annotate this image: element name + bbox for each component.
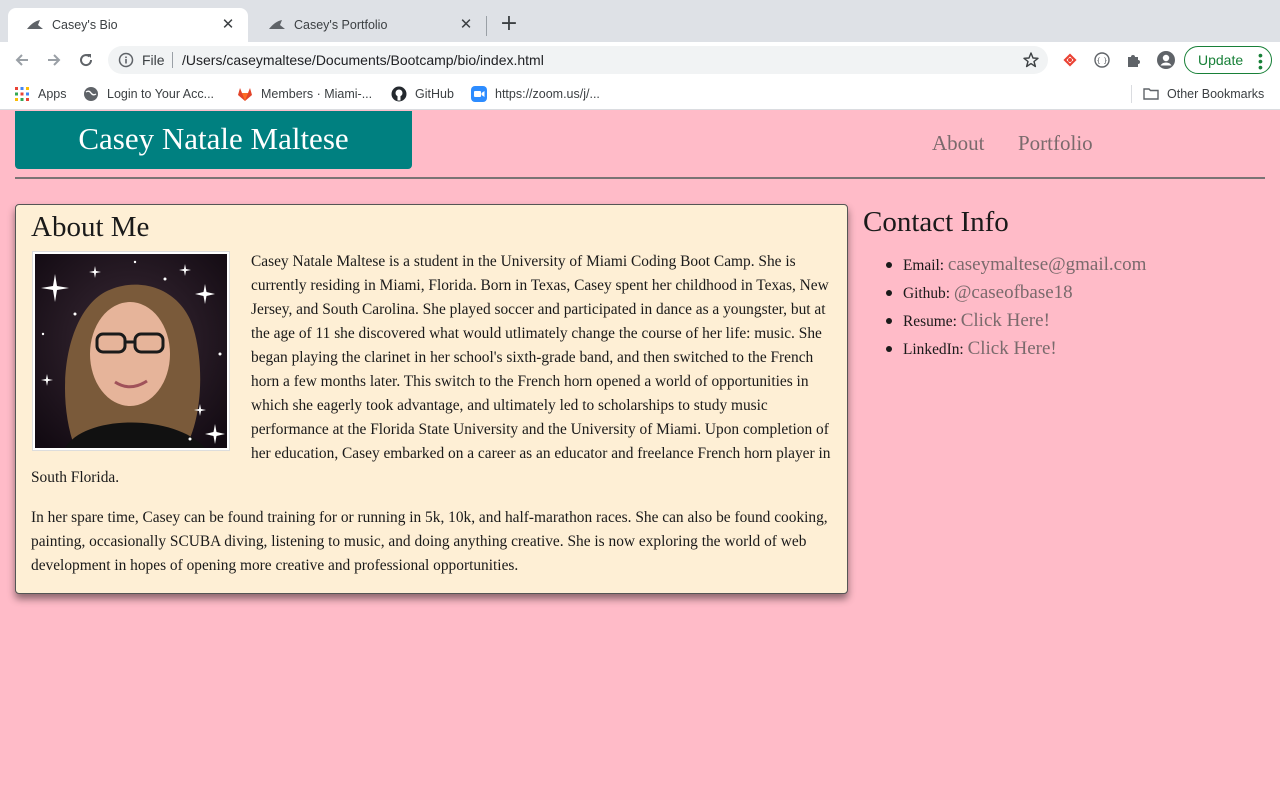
about-paragraph: In her spare time, Casey can be found tr… bbox=[31, 509, 828, 574]
back-button[interactable] bbox=[10, 48, 34, 72]
contact-item-email: Email: caseymaltese@gmail.com bbox=[885, 251, 1146, 279]
back-arrow-icon bbox=[15, 54, 28, 66]
other-bookmarks[interactable]: Other Bookmarks bbox=[1143, 85, 1264, 103]
linkedin-link[interactable]: Click Here! bbox=[968, 338, 1057, 359]
bookmark-zoom[interactable]: https://zoom.us/j/... bbox=[471, 85, 600, 103]
contact-label: Github: bbox=[903, 285, 951, 302]
bookmark-gitlab[interactable]: Members · Miami-... bbox=[237, 85, 372, 103]
contact-heading: Contact Info bbox=[863, 206, 1009, 238]
contact-label: Resume: bbox=[903, 313, 957, 330]
other-bookmarks-label: Other Bookmarks bbox=[1167, 87, 1265, 101]
extensions-puzzle-icon[interactable] bbox=[1124, 50, 1144, 70]
about-heading: About Me bbox=[31, 211, 150, 243]
site-info-icon[interactable] bbox=[118, 52, 134, 71]
contact-item-github: Github: @caseofbase18 bbox=[885, 279, 1146, 307]
reload-button[interactable] bbox=[74, 48, 98, 72]
bookmark-apps[interactable]: Apps bbox=[14, 85, 67, 103]
bookmark-login[interactable]: Login to Your Acc... bbox=[83, 85, 214, 103]
contact-label: LinkedIn: bbox=[903, 341, 964, 358]
bookmark-star-icon[interactable] bbox=[1022, 51, 1040, 72]
email-link[interactable]: caseymaltese@gmail.com bbox=[948, 254, 1146, 275]
site-brand[interactable]: Casey Natale Maltese bbox=[15, 111, 412, 169]
url-text[interactable]: /Users/caseymaltese/Documents/Bootcamp/b… bbox=[182, 52, 544, 68]
bookmark-label: https://zoom.us/j/... bbox=[495, 87, 600, 101]
address-bar[interactable]: File /Users/caseymaltese/Documents/Bootc… bbox=[108, 46, 1048, 74]
forward-arrow-icon bbox=[48, 54, 61, 66]
github-link[interactable]: @caseofbase18 bbox=[954, 282, 1073, 303]
zoom-icon bbox=[471, 86, 487, 102]
bookmarks-divider bbox=[1131, 85, 1132, 103]
close-tab-icon[interactable]: ✕ bbox=[220, 17, 236, 33]
bookmark-label: Apps bbox=[38, 87, 67, 101]
update-button[interactable]: Update • • • bbox=[1184, 46, 1272, 74]
tab-strip: Casey's Bio ✕ Casey's Portfolio ✕ + bbox=[0, 0, 1280, 42]
about-card: About Me Casey Natale Maltese is a stude… bbox=[15, 204, 848, 594]
contact-item-resume: Resume: Click Here! bbox=[885, 307, 1146, 335]
svg-text:{ }: { } bbox=[1096, 57, 1107, 65]
tab-divider bbox=[486, 16, 487, 36]
bookmark-label: GitHub bbox=[415, 87, 454, 101]
contact-list: Email: caseymaltese@gmail.com Github: @c… bbox=[885, 251, 1146, 363]
web-page: Casey Natale Maltese About Portfolio Abo… bbox=[0, 111, 1280, 800]
menu-kebab-icon[interactable]: • • • bbox=[1258, 48, 1263, 74]
photo-spacer bbox=[31, 250, 251, 464]
bookmark-label: Login to Your Acc... bbox=[107, 87, 215, 101]
extension-red-icon[interactable] bbox=[1060, 50, 1080, 70]
bookmark-label: Members · Miami-... bbox=[261, 87, 373, 101]
folder-icon bbox=[1143, 86, 1159, 102]
contact-label: Email: bbox=[903, 257, 945, 274]
bookmarks-bar: Apps Login to Your Acc... Members · Miam… bbox=[0, 78, 1280, 110]
nav-link-portfolio[interactable]: Portfolio bbox=[1018, 131, 1093, 156]
about-text: Casey Natale Maltese is a student in the… bbox=[31, 250, 831, 594]
reload-icon bbox=[80, 54, 93, 67]
tab-caseys-bio[interactable]: Casey's Bio ✕ bbox=[8, 8, 248, 42]
update-label: Update bbox=[1198, 52, 1244, 68]
github-icon bbox=[391, 86, 407, 102]
tab-title: Casey's Portfolio bbox=[294, 18, 388, 32]
shark-favicon-icon bbox=[268, 18, 286, 32]
gitlab-icon bbox=[237, 86, 253, 102]
globe-icon bbox=[83, 86, 99, 102]
bookmark-github[interactable]: GitHub bbox=[391, 85, 454, 103]
url-scheme: File bbox=[142, 52, 165, 68]
browser-toolbar: File /Users/caseymaltese/Documents/Bootc… bbox=[0, 42, 1280, 78]
tab-title: Casey's Bio bbox=[52, 18, 118, 32]
shark-favicon-icon bbox=[26, 18, 44, 32]
close-tab-icon[interactable]: ✕ bbox=[458, 17, 474, 33]
new-tab-button[interactable]: + bbox=[498, 13, 520, 35]
tab-caseys-portfolio[interactable]: Casey's Portfolio ✕ bbox=[250, 8, 486, 42]
apps-grid-icon bbox=[14, 86, 30, 102]
extension-code-icon[interactable]: { } bbox=[1092, 50, 1112, 70]
contact-item-linkedin: LinkedIn: Click Here! bbox=[885, 335, 1146, 363]
profile-avatar-icon[interactable] bbox=[1156, 50, 1176, 70]
header-divider bbox=[15, 177, 1265, 179]
forward-button[interactable] bbox=[42, 48, 66, 72]
address-divider bbox=[172, 52, 173, 68]
resume-link[interactable]: Click Here! bbox=[961, 310, 1050, 331]
nav-link-about[interactable]: About bbox=[932, 131, 985, 156]
